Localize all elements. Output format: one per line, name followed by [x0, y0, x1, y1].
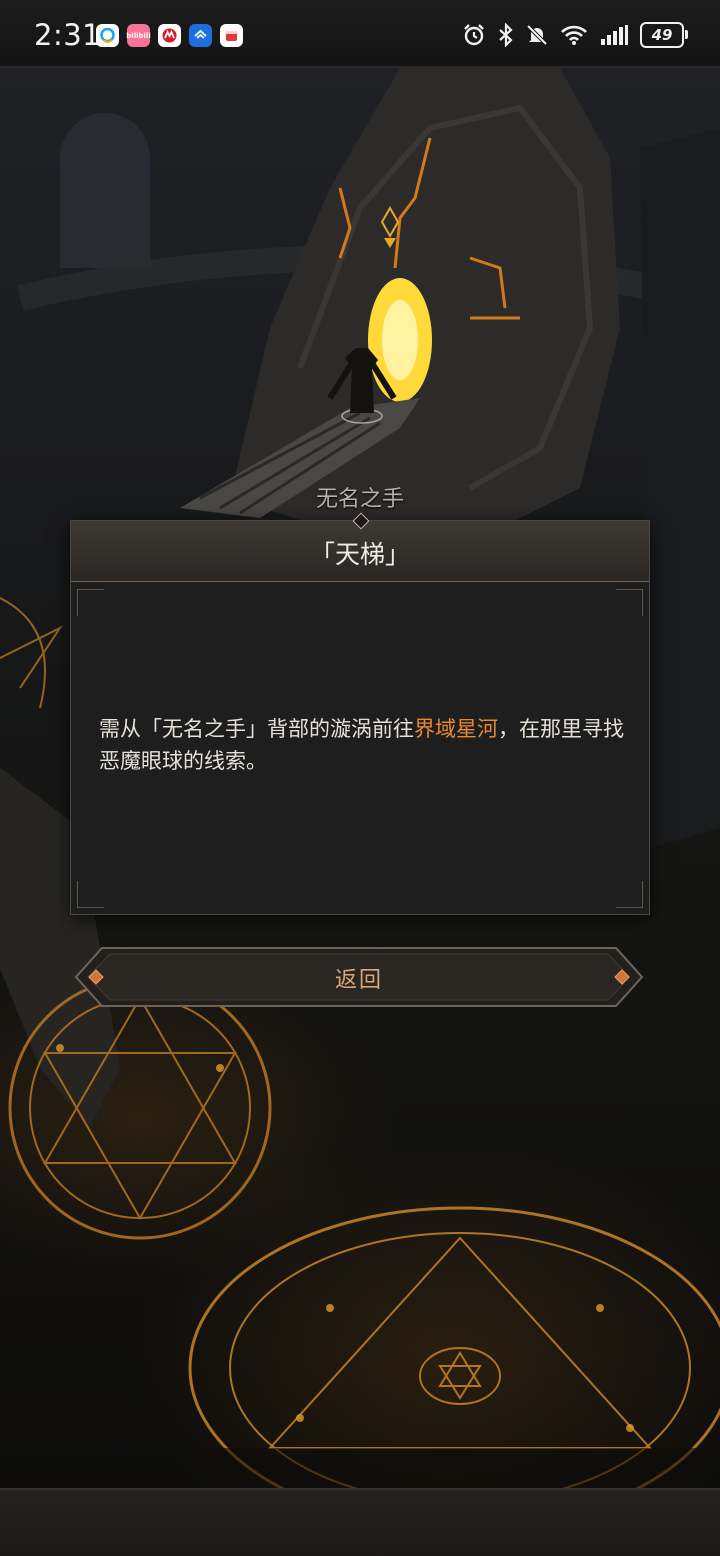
dialog-header: 「天梯」 [71, 512, 649, 582]
alarm-icon [462, 23, 486, 47]
system-status-icons: 49 [462, 22, 688, 48]
mute-bell-icon [526, 23, 548, 47]
return-button-label: 返回 [334, 968, 383, 993]
cmb-bank-app-icon [158, 24, 181, 47]
quest-dialog: 「天梯」 需从「无名之手」背部的漩涡前往界域星河，在那里寻找恶魔眼球的线索。 [70, 512, 650, 915]
blue-app-icon [189, 24, 212, 47]
return-button[interactable]: 返回 [74, 946, 644, 1008]
wifi-icon [560, 24, 588, 46]
qq-app-icon [96, 24, 119, 47]
red-app-icon [220, 24, 243, 47]
dialog-title: 「天梯」 [309, 540, 410, 569]
location-highlight: 界域星河 [414, 717, 498, 741]
npc-name-label: 无名之手 [315, 487, 404, 512]
notification-app-icons: bilibili [96, 24, 243, 47]
corner-ornament-icon [77, 589, 104, 616]
corner-ornament-icon [77, 881, 104, 908]
bluetooth-icon [498, 23, 514, 47]
status-bar: 2:31 bilibili 49 [0, 0, 720, 68]
status-time: 2:31 [34, 18, 102, 52]
bottom-bar [0, 1488, 720, 1556]
body-text-prefix: 需从「无名之手」背部的漩涡前往 [99, 717, 414, 741]
corner-ornament-icon [616, 589, 643, 616]
battery-indicator: 49 [640, 22, 688, 48]
bilibili-app-icon: bilibili [126, 24, 151, 47]
corner-ornament-icon [616, 881, 643, 908]
signal-icon [600, 25, 628, 45]
dialog-body-text: 需从「无名之手」背部的漩涡前往界域星河，在那里寻找恶魔眼球的线索。 [99, 713, 627, 777]
